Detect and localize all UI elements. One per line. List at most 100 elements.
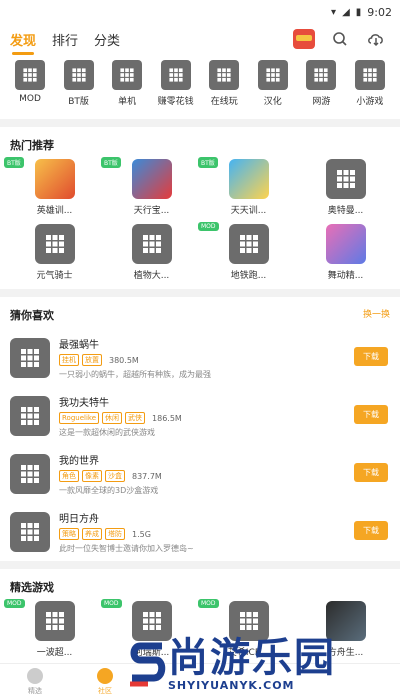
- game-tag: 角色: [59, 470, 79, 482]
- category-label: 赚零花钱: [157, 97, 194, 107]
- list-item[interactable]: 明日方舟 策略 养成 塔防 1.5G 此时一位失智博士邀请你加入罗德岛~ 下载: [0, 503, 400, 561]
- gift-icon[interactable]: [292, 27, 316, 51]
- tab-discover[interactable]: 发现: [10, 30, 36, 55]
- game-tag: 养成: [82, 528, 102, 540]
- game-item[interactable]: MOD 地铁跑...: [198, 222, 297, 281]
- category-label: BT版: [68, 97, 89, 107]
- game-badge: BT版: [198, 157, 218, 168]
- game-name: 元气骑士: [36, 271, 73, 281]
- category-item[interactable]: 单机: [105, 60, 149, 107]
- category-label: 小游戏: [356, 97, 384, 107]
- list-item[interactable]: 我的世界角色 像素 沙盒 837.7M 一款风靡全球的3D沙盒游戏 下载: [0, 445, 400, 503]
- game-item[interactable]: 舞动精...: [297, 224, 394, 281]
- category-cube-icon: [306, 60, 337, 90]
- category-item[interactable]: 小游戏: [348, 60, 392, 107]
- category-label: 网游: [312, 97, 331, 107]
- refresh-link[interactable]: 换一换: [363, 307, 390, 320]
- game-name: 我的世界: [59, 456, 99, 467]
- game-item[interactable]: BT版天行宝...: [101, 157, 200, 216]
- category-row: MOD BT版 单机 赚零花钱 在线玩 汉化 网游 小游戏: [0, 54, 400, 119]
- game-item[interactable]: BT版 天天训...: [198, 157, 297, 216]
- game-tag: Roguelike: [59, 412, 100, 424]
- game-name: 最强蜗牛: [59, 340, 99, 351]
- category-item[interactable]: 汉化: [251, 60, 295, 107]
- category-cube-icon: [209, 60, 240, 90]
- game-icon: [325, 224, 366, 264]
- category-item[interactable]: 网游: [299, 60, 343, 107]
- game-icon: [10, 512, 50, 552]
- game-name: 植物大...: [133, 271, 170, 281]
- game-name: 英雄训...: [36, 206, 73, 216]
- game-name: 地铁跑...: [230, 271, 267, 281]
- game-tag: 像素: [82, 470, 102, 482]
- status-time: 9:02: [367, 5, 392, 19]
- game-name: 明日方舟: [59, 514, 99, 525]
- tab-ranking[interactable]: 排行: [52, 30, 78, 49]
- game-tag: 休闲: [102, 412, 123, 424]
- category-label: 在线玩: [210, 97, 238, 107]
- game-size: 380.5M: [109, 355, 139, 365]
- game-desc: 一只弱小的蜗牛，超越所有种族，成为最强: [59, 370, 211, 379]
- category-cube-icon: [112, 60, 143, 90]
- tab-category[interactable]: 分类: [94, 30, 120, 49]
- game-name: 一波超...: [36, 648, 73, 658]
- category-item[interactable]: BT版: [57, 60, 101, 107]
- game-badge: MOD: [4, 599, 25, 608]
- category-item[interactable]: 赚零花钱: [154, 60, 198, 107]
- game-item[interactable]: 奥特曼...: [297, 159, 394, 216]
- download-button[interactable]: 下载: [354, 405, 388, 424]
- game-icon: [34, 601, 75, 641]
- category-cube-icon: [15, 60, 45, 90]
- watermark-cn: 尚游乐园: [168, 634, 336, 681]
- game-icon: [228, 224, 269, 264]
- game-tag: 策略: [59, 528, 79, 540]
- game-tag: 放置: [82, 354, 102, 366]
- game-tag: 挂机: [59, 354, 79, 366]
- game-desc: 一款风靡全球的3D沙盒游戏: [59, 486, 159, 495]
- nav-featured[interactable]: 精选: [0, 668, 70, 696]
- game-item[interactable]: BT版英雄训...: [4, 157, 103, 216]
- game-name: 天行宝...: [133, 206, 170, 216]
- game-item[interactable]: 元气骑士: [6, 224, 103, 281]
- game-icon: [131, 224, 172, 264]
- search-icon[interactable]: [328, 27, 352, 51]
- game-badge: MOD: [198, 599, 219, 608]
- download-button[interactable]: 下载: [354, 347, 388, 366]
- game-badge: MOD: [101, 599, 122, 608]
- list-item[interactable]: 我功夫特牛 Roguelike 休闲 武侠 186.5M 这是一款超休闲的武侠游戏 下载: [0, 387, 400, 445]
- game-badge: BT版: [4, 157, 24, 168]
- game-tag: 沙盒: [105, 470, 125, 482]
- game-desc: 此时一位失智博士邀请你加入罗德岛~: [59, 544, 194, 553]
- game-badge: MOD: [198, 222, 219, 231]
- download-button[interactable]: 下载: [354, 463, 388, 482]
- category-item[interactable]: 在线玩: [202, 60, 246, 107]
- game-tag: 塔防: [105, 528, 125, 540]
- community-icon: [97, 668, 113, 684]
- list-item[interactable]: 最强蜗牛挂机 放置 380.5M 一只弱小的蜗牛，超越所有种族，成为最强 下载: [0, 329, 400, 387]
- game-desc: 这是一款超休闲的武侠游戏: [59, 428, 155, 437]
- game-name: 舞动精...: [327, 271, 364, 281]
- signal-icon: ◢: [342, 6, 350, 18]
- game-item[interactable]: MOD 一波超...: [4, 599, 103, 658]
- category-cube-icon: [160, 60, 191, 90]
- category-label: 单机: [118, 97, 137, 107]
- cloud-download-icon[interactable]: [364, 27, 388, 51]
- category-cube-icon: [257, 60, 288, 90]
- game-badge: BT版: [101, 157, 121, 168]
- game-icon: [10, 338, 50, 378]
- game-size: 837.7M: [132, 471, 162, 481]
- hot-title: 热门推荐: [10, 139, 54, 152]
- watermark-logo-icon: [128, 638, 168, 690]
- category-item[interactable]: MOD: [8, 60, 52, 107]
- battery-icon: ▮: [355, 6, 362, 18]
- category-cube-icon: [63, 60, 94, 90]
- game-name: 我功夫特牛: [59, 398, 109, 409]
- game-name: 奥特曼...: [327, 206, 364, 216]
- game-item[interactable]: 植物大...: [103, 224, 200, 281]
- game-icon: [10, 454, 50, 494]
- download-button[interactable]: 下载: [354, 521, 388, 540]
- game-icon: [10, 396, 50, 436]
- category-label: MOD: [19, 94, 41, 104]
- featured-icon: [27, 668, 43, 684]
- wifi-icon: ▾: [331, 6, 337, 18]
